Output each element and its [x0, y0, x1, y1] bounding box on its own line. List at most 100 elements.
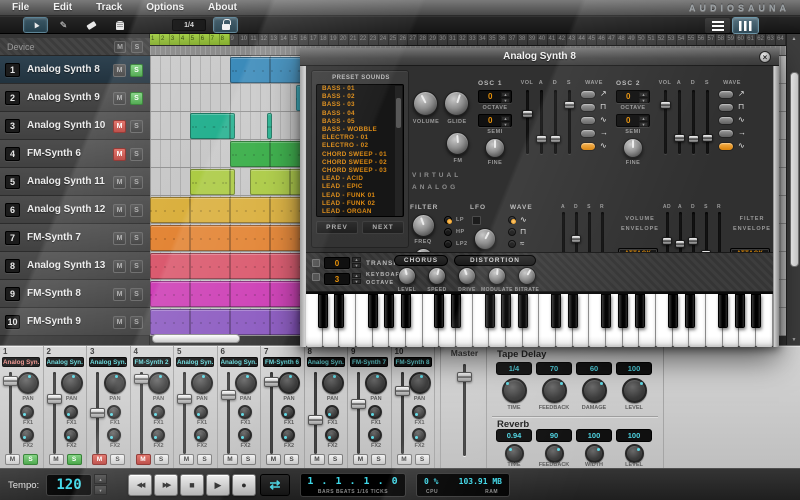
reverb-level-knob[interactable]: [625, 444, 644, 463]
osc2-wave-button[interactable]: [718, 90, 734, 99]
track-row[interactable]: 4FM-Synth 6MS: [0, 140, 150, 168]
track-row[interactable]: 8Analog Synth 13MS: [0, 252, 150, 280]
octave-up-icon[interactable]: ▲: [352, 273, 361, 278]
preset-item[interactable]: BASS - WOBBLE: [317, 126, 403, 134]
channel-fader[interactable]: [270, 372, 273, 454]
fx1-send-knob[interactable]: [20, 405, 34, 419]
channel-solo-button[interactable]: S: [67, 454, 82, 465]
reverb-time-knob[interactable]: [505, 444, 524, 463]
step-down-icon[interactable]: ▼: [639, 122, 648, 127]
horizontal-scrollbar[interactable]: [152, 334, 240, 343]
channel-fader-thumb[interactable]: [134, 374, 149, 384]
channel-mute-button[interactable]: M: [92, 454, 107, 465]
volume-knob[interactable]: [413, 91, 438, 116]
master-fader[interactable]: [463, 364, 466, 456]
channel-fader[interactable]: [9, 372, 12, 454]
track-row[interactable]: 10FM-Synth 9MS: [0, 308, 150, 336]
fx2-send-knob[interactable]: [64, 428, 78, 442]
filter-mode-radio[interactable]: [444, 240, 452, 248]
tape-delay-time-knob[interactable]: [502, 378, 527, 403]
step-down-icon[interactable]: ▼: [501, 98, 510, 103]
scroll-up-icon[interactable]: ▲: [787, 36, 800, 42]
fm-knob[interactable]: [446, 132, 469, 155]
preset-item[interactable]: CHORD SWEEP - 03: [317, 167, 403, 175]
channel-fader[interactable]: [53, 372, 56, 454]
track-solo-button[interactable]: S: [130, 64, 143, 77]
distortion-bitrate-knob[interactable]: [518, 267, 536, 285]
channel-mute-button[interactable]: M: [223, 454, 238, 465]
transpose-down-icon[interactable]: ▼: [352, 263, 361, 268]
osc1-fine-knob[interactable]: [485, 138, 505, 158]
master-fader-thumb[interactable]: [457, 372, 472, 382]
channel-fader[interactable]: [314, 372, 317, 454]
channel-mute-button[interactable]: M: [266, 454, 281, 465]
filter-mode-radio[interactable]: [444, 228, 452, 236]
lfo-sync-button[interactable]: [472, 216, 481, 225]
menu-item-file[interactable]: File: [0, 0, 41, 16]
channel-fader[interactable]: [227, 372, 230, 454]
stop-button[interactable]: ■: [180, 474, 204, 496]
erase-tool-button[interactable]: [80, 18, 103, 32]
black-key[interactable]: [735, 294, 745, 328]
black-key[interactable]: [485, 294, 495, 328]
lfo-wave-radio[interactable]: [508, 216, 516, 224]
distortion-modulate-knob[interactable]: [488, 267, 506, 285]
fx2-send-knob[interactable]: [20, 428, 34, 442]
step-up-icon[interactable]: ▲: [639, 92, 648, 97]
black-key[interactable]: [685, 294, 695, 328]
preset-item[interactable]: CHORD SWEEP - 01: [317, 151, 403, 159]
preset-list[interactable]: BASS - 01BASS - 02BASS - 03BASS - 04BASS…: [316, 84, 404, 217]
preset-item[interactable]: BASS - 01: [317, 85, 403, 93]
preset-item[interactable]: CHORD SWEEP - 02: [317, 159, 403, 167]
osc2-wave-button[interactable]: [718, 103, 734, 112]
chorus-speed-knob[interactable]: [428, 267, 446, 285]
channel-mute-button[interactable]: M: [310, 454, 325, 465]
clip[interactable]: [267, 113, 272, 139]
track-mute-button[interactable]: M: [113, 176, 126, 189]
preset-item[interactable]: BASS - 02: [317, 93, 403, 101]
tempo-stepper[interactable]: ▲ ▼: [94, 474, 107, 496]
select-tool-button[interactable]: ►: [24, 18, 47, 32]
track-row[interactable]: 2Analog Synth 9MS: [0, 84, 150, 112]
fx1-send-knob[interactable]: [238, 405, 252, 419]
clip[interactable]: [190, 113, 235, 139]
slider-thumb[interactable]: [660, 101, 671, 109]
channel-solo-button[interactable]: S: [197, 454, 212, 465]
slider-thumb[interactable]: [571, 235, 581, 243]
lfo-wave-radio[interactable]: [508, 240, 516, 248]
step-up-icon[interactable]: ▲: [501, 92, 510, 97]
preset-item[interactable]: ELECTRO - 01: [317, 134, 403, 142]
osc1-wave-button[interactable]: [580, 116, 596, 125]
osc2-fine-knob[interactable]: [623, 138, 643, 158]
track-solo-button[interactable]: S: [130, 288, 143, 301]
osc1-a-slider[interactable]: [536, 90, 547, 154]
lfo-wave-radio[interactable]: [508, 228, 516, 236]
fx1-send-knob[interactable]: [281, 405, 295, 419]
menu-item-options[interactable]: Options: [134, 0, 196, 16]
channel-solo-button[interactable]: S: [154, 454, 169, 465]
track-solo-button[interactable]: S: [130, 232, 143, 245]
channel-fader[interactable]: [357, 372, 360, 454]
preset-prev-button[interactable]: PREV: [316, 221, 358, 234]
black-key[interactable]: [568, 294, 578, 328]
keyboard-octave-value[interactable]: 3: [324, 273, 350, 285]
arrange-view-button[interactable]: [705, 18, 730, 33]
piano-keyboard[interactable]: [306, 292, 773, 347]
draw-tool-button[interactable]: ✎: [52, 18, 75, 32]
track-solo-button[interactable]: S: [130, 176, 143, 189]
slider-thumb[interactable]: [564, 101, 575, 109]
preset-item[interactable]: BASS - 04: [317, 110, 403, 118]
clip[interactable]: [190, 169, 235, 195]
preset-item[interactable]: LEAD - EPIC: [317, 183, 403, 191]
black-key[interactable]: [551, 294, 561, 328]
slider-thumb[interactable]: [674, 134, 685, 142]
track-row[interactable]: 3Analog Synth 10MS: [0, 112, 150, 140]
channel-fader[interactable]: [140, 372, 143, 454]
black-key[interactable]: [401, 294, 411, 328]
channel-fader-thumb[interactable]: [308, 415, 323, 425]
preset-item[interactable]: LEAD - FUNK 01: [317, 192, 403, 200]
track-mute-button[interactable]: M: [113, 204, 126, 217]
channel-fader-thumb[interactable]: [90, 408, 105, 418]
channel-solo-button[interactable]: S: [110, 454, 125, 465]
menu-item-track[interactable]: Track: [84, 0, 134, 16]
